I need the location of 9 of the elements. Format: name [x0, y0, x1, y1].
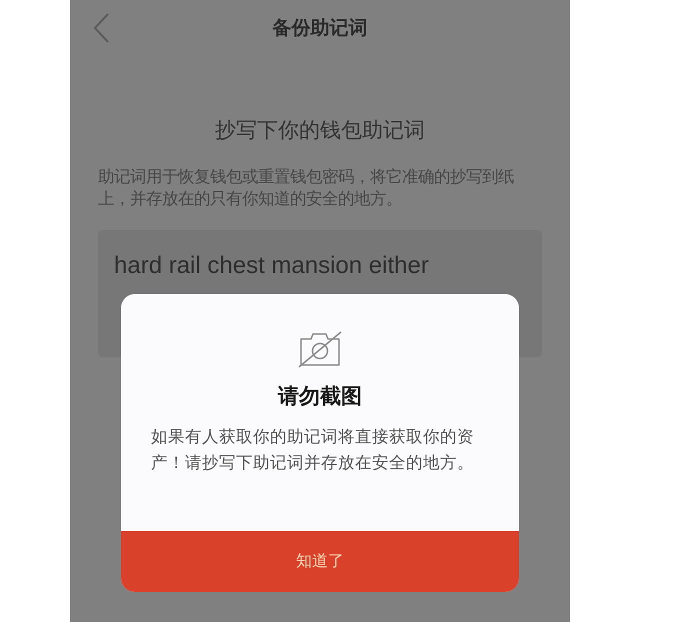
confirm-button[interactable]: 知道了	[121, 531, 519, 592]
description: 助记词用于恢复钱包或重置钱包密码，将它准确的抄写到纸上，并存放在的只有你知道的安全的地方。	[98, 166, 515, 210]
dialog-title: 请勿截图	[278, 383, 362, 410]
heading: 抄写下你的钱包助记词	[214, 117, 426, 144]
dialog-message: 如果有人获取你的助记词将直接获取你的资产！请抄写下助记词并存放在安全的地方。	[151, 426, 475, 474]
page-title: 备份助记词	[272, 16, 368, 41]
mnemonic-text: hard rail chest mansion either	[114, 252, 429, 279]
back-icon[interactable]	[92, 12, 110, 44]
no-camera-icon	[297, 330, 343, 368]
